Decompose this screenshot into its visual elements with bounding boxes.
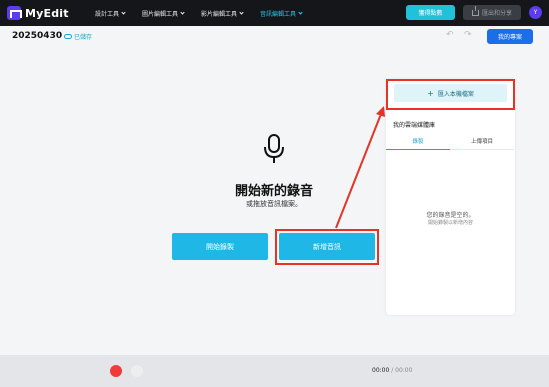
start-recording-button[interactable]: 開始錄製 [172,233,268,260]
media-library-panel [386,79,515,315]
highlight-box-add-audio [275,229,379,265]
current-time: 00:00 [372,367,390,374]
player-bar [0,355,549,387]
nav-item-audio-tools[interactable]: 音訊編輯工具 [260,9,303,18]
empty-state-title: 您的錄音是空的。 [426,212,475,219]
myedit-logo-icon [7,6,22,20]
my-projects-button[interactable]: 我的專案 [487,29,533,44]
export-share-label: 匯出和分享 [481,10,512,17]
tab-uploads[interactable]: 上傳項目 [450,137,514,150]
play-button[interactable] [131,365,143,377]
empty-state-subtitle: 開始錄製以新增內容 [427,220,473,226]
nav-item-label: 圖片編輯工具 [142,10,179,18]
export-share-button[interactable]: 匯出和分享 [463,5,521,20]
get-credits-button[interactable]: 獲得點數 [406,5,455,20]
nav-item-label: 設計工具 [95,10,120,18]
chevron-down-icon [239,9,244,15]
app-name: MyEdit [25,6,69,20]
avatar[interactable]: Y [529,6,542,19]
top-nav-bar: MyEdit 設計工具 圖片編輯工具 影片編輯工具 音訊編輯工具 獲得點數 匯出… [0,0,549,26]
tab-recordings[interactable]: 錄製 [386,137,450,150]
saved-label: 已儲存 [74,34,93,41]
nav-item-label: 影片編輯工具 [201,10,238,18]
page-title: 開始新的錄音 [234,184,313,199]
highlight-box-import [386,79,515,110]
nav-item-label: 音訊編輯工具 [260,10,297,18]
time-readout: 00:00 / 00:00 [372,367,412,374]
nav-item-video-tools[interactable]: 影片編輯工具 [201,9,244,18]
chevron-down-icon [180,9,185,15]
export-icon [471,5,479,16]
undo-icon[interactable]: ↶ [446,30,454,40]
chevron-down-icon [298,9,303,15]
total-time: / 00:00 [389,367,413,374]
main-nav: 設計工具 圖片編輯工具 影片編輯工具 音訊編輯工具 [95,0,319,26]
redo-icon[interactable]: ↷ [464,30,472,40]
library-title: 我的雲端媒體庫 [393,122,436,129]
nav-item-image-tools[interactable]: 圖片編輯工具 [142,9,185,18]
nav-item-design-tools[interactable]: 設計工具 [95,9,126,18]
cloud-icon [64,34,72,39]
chevron-down-icon [121,9,126,15]
project-title[interactable]: 20250430 [12,31,62,41]
page-subtitle: 或拖放音訊檔案。 [246,200,302,208]
record-button[interactable] [110,365,122,377]
logo[interactable]: MyEdit [7,6,69,20]
saved-status: 已儲存 [64,32,92,41]
microphone-icon [264,134,284,163]
